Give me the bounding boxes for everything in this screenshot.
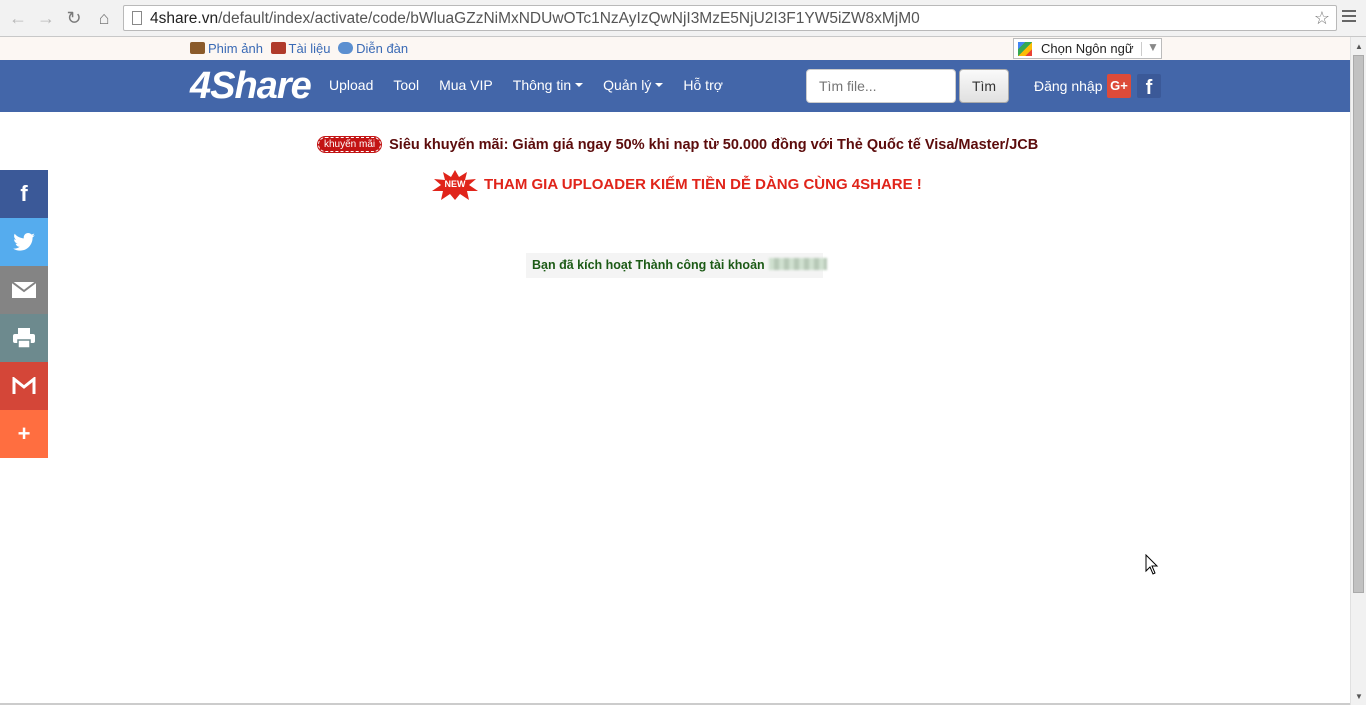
uploader-banner[interactable]: NEW THAM GIA UPLOADER KIẾM TIỀN DỄ DÀNG … [432, 170, 922, 200]
menu-support[interactable]: Hỗ trợ [683, 77, 723, 93]
twitter-icon [13, 233, 35, 251]
book-icon [270, 42, 286, 54]
browser-toolbar: ← → ↻ ⌂ 4share.vn/default/index/activate… [0, 0, 1366, 37]
share-twitter-button[interactable] [0, 218, 48, 266]
menu-info[interactable]: Thông tin [512, 77, 584, 93]
address-bar[interactable]: 4share.vn/default/index/activate/code/bW… [123, 5, 1337, 31]
language-select[interactable]: Chọn Ngôn ngữ ▼ [1013, 38, 1162, 59]
chat-bubble-icon [338, 42, 354, 54]
link-forum[interactable]: Diễn đàn [356, 41, 408, 56]
envelope-icon [12, 282, 36, 298]
home-icon[interactable]: ⌂ [94, 8, 114, 28]
plus-icon: + [17, 421, 31, 446]
reload-icon[interactable]: ↻ [64, 8, 84, 28]
url-path: /default/index/activate/code/bWluaGZzNiM… [218, 10, 920, 27]
share-sidebar: f + [0, 170, 48, 458]
link-movies[interactable]: Phim ảnh [208, 41, 263, 56]
uploader-text: THAM GIA UPLOADER KIẾM TIỀN DỄ DÀNG CÙNG… [484, 175, 922, 193]
scrollbar-thumb[interactable] [1353, 55, 1364, 593]
dropdown-arrow-icon: ▼ [1147, 40, 1159, 54]
page-icon [132, 11, 142, 25]
menu-upload[interactable]: Upload [329, 77, 373, 93]
promo-banner[interactable]: khuyến mãi Siêu khuyến mãi: Giảm giá ngay… [316, 136, 1039, 153]
share-facebook-button[interactable]: f [0, 170, 48, 218]
google-translate-icon [1018, 42, 1032, 56]
search-input[interactable] [806, 69, 956, 103]
scroll-down-icon[interactable]: ▼ [1355, 692, 1363, 701]
activation-success-message: Bạn đã kích hoạt Thành công tài khoản [526, 253, 827, 278]
page-scrollbar[interactable]: ▲ ▼ [1350, 37, 1366, 705]
printer-icon [13, 328, 35, 348]
menu-manage[interactable]: Quản lý [603, 77, 664, 93]
url-text: 4share.vn/default/index/activate/code/bW… [150, 10, 920, 28]
redacted-username [768, 258, 827, 270]
google-plus-icon[interactable]: G+ [1107, 74, 1131, 98]
search-button[interactable]: Tìm [959, 69, 1009, 103]
menu-tool[interactable]: Tool [393, 77, 419, 93]
menu-info-label: Thông tin [512, 77, 572, 93]
top-links: Phim ảnh Tài liệu Diễn đàn [190, 41, 412, 56]
link-documents[interactable]: Tài liệu [289, 41, 331, 56]
main-navbar: 4Share Upload Tool Mua VIP Thông tin Quả… [0, 60, 1350, 112]
new-badge-label: NEW [444, 179, 466, 189]
site-logo[interactable]: 4Share [190, 67, 312, 105]
menu-manage-label: Quản lý [603, 77, 652, 93]
promo-text: Siêu khuyến mãi: Giảm giá ngay 50% khi n… [389, 137, 1039, 153]
url-host: 4share.vn [150, 10, 219, 27]
back-icon[interactable]: ← [8, 8, 28, 28]
menu-buy-vip[interactable]: Mua VIP [439, 77, 493, 93]
language-divider [1141, 42, 1142, 56]
language-label: Chọn Ngôn ngữ [1041, 41, 1134, 56]
caret-down-icon [575, 83, 584, 87]
facebook-icon[interactable]: f [1137, 74, 1161, 99]
gmail-icon [12, 377, 36, 394]
movie-icon [190, 42, 205, 54]
new-burst-icon: NEW [432, 170, 478, 200]
scroll-up-icon[interactable]: ▲ [1355, 42, 1363, 51]
forward-icon[interactable]: → [36, 8, 56, 28]
main-menu: Upload Tool Mua VIP Thông tin Quản lý Hỗ… [329, 77, 743, 93]
login-link[interactable]: Đăng nhập [1034, 78, 1103, 94]
caret-down-icon [655, 83, 664, 87]
promo-badge: khuyến mãi [316, 136, 383, 153]
share-print-button[interactable] [0, 314, 48, 362]
share-gmail-button[interactable] [0, 362, 48, 410]
top-links-bar: Phim ảnh Tài liệu Diễn đàn Chọn Ngôn ngữ… [0, 37, 1350, 60]
browser-menu-icon[interactable] [1342, 10, 1356, 25]
share-more-button[interactable]: + [0, 410, 48, 458]
bookmark-star-icon[interactable]: ☆ [1314, 8, 1330, 29]
success-text: Bạn đã kích hoạt Thành công tài khoản [532, 258, 765, 272]
facebook-icon: f [20, 181, 28, 206]
share-email-button[interactable] [0, 266, 48, 314]
mouse-cursor-icon [1145, 554, 1159, 575]
